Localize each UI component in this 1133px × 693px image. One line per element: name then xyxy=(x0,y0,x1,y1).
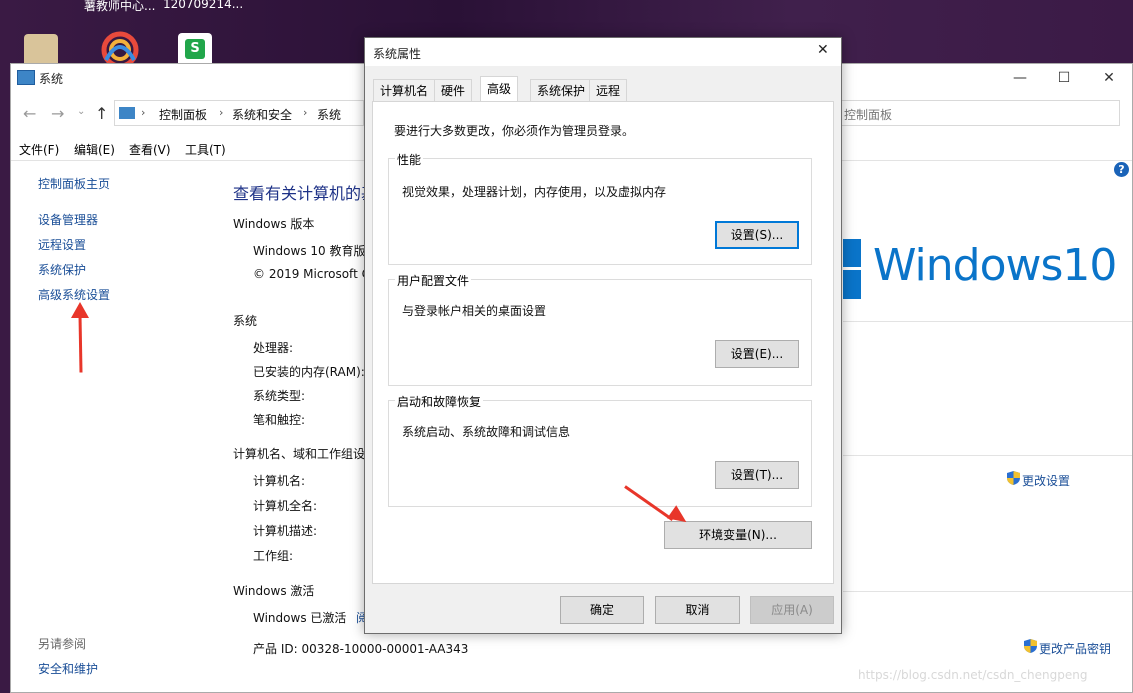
section-divider xyxy=(843,455,1132,456)
sidebar-item-remote[interactable]: 远程设置 xyxy=(38,236,86,253)
annotation-arrowhead xyxy=(71,302,89,318)
address-bar[interactable]: › 控制面板 › 系统和安全 › 系统 xyxy=(114,100,364,126)
spreadsheet-icon[interactable]: S xyxy=(178,33,212,67)
system-section: 系统 xyxy=(233,312,257,329)
breadcrumb-system-security[interactable]: 系统和安全 xyxy=(232,106,292,123)
ram-label: 已安装的内存(RAM): xyxy=(253,363,365,380)
user-profiles-group: 与登录帐户相关的桌面设置 设置(E)... xyxy=(388,279,812,386)
maximize-button[interactable]: ☐ xyxy=(1041,64,1087,92)
minimize-button[interactable]: — xyxy=(997,64,1043,92)
tab-remote[interactable]: 远程 xyxy=(589,79,627,101)
startup-settings-button[interactable]: 设置(T)... xyxy=(715,461,799,489)
sidebar-home[interactable]: 控制面板主页 xyxy=(38,175,110,192)
watermark: https://blog.csdn.net/csdn_chengpeng xyxy=(858,668,1087,682)
shield-icon xyxy=(1024,639,1037,653)
sidebar-item-security-maintenance[interactable]: 安全和维护 xyxy=(38,660,98,677)
breadcrumb-control-panel[interactable]: 控制面板 xyxy=(159,106,207,123)
startup-label: 启动和故障恢复 xyxy=(395,393,483,410)
system-type-label: 系统类型: xyxy=(253,387,305,404)
environment-variables-button[interactable]: 环境变量(N)... xyxy=(664,521,812,549)
forward-arrow-icon[interactable]: → xyxy=(51,104,64,123)
sidebar-item-advanced[interactable]: 高级系统设置 xyxy=(38,286,110,303)
dialog-titlebar xyxy=(365,38,841,66)
advanced-tab-panel: 要进行大多数更改，你必须作为管理员登录。 视觉效果，处理器计划，内存使用，以及虚… xyxy=(372,101,834,584)
product-id: 产品 ID: 00328-10000-00001-AA343 xyxy=(253,640,468,657)
edition-copyright: © 2019 Microsoft C xyxy=(253,267,370,281)
computer-name-label: 计算机名: xyxy=(253,472,305,489)
change-settings-link[interactable]: 更改设置 xyxy=(1022,472,1070,489)
shield-icon xyxy=(1007,471,1020,485)
menu-file[interactable]: 文件(F) xyxy=(19,141,59,158)
startup-desc: 系统启动、系统故障和调试信息 xyxy=(402,423,570,440)
performance-group: 视觉效果，处理器计划，内存使用，以及虚拟内存 设置(S)... xyxy=(388,158,812,265)
performance-settings-button[interactable]: 设置(S)... xyxy=(715,221,799,249)
desktop-label-2[interactable]: 120709214... xyxy=(163,0,243,11)
description-label: 计算机描述: xyxy=(253,522,317,539)
page-title: 查看有关计算机的基 xyxy=(233,180,377,204)
admin-note: 要进行大多数更改，你必须作为管理员登录。 xyxy=(394,122,634,139)
edition-section: Windows 版本 xyxy=(233,215,314,232)
menu-view[interactable]: 查看(V) xyxy=(129,141,171,158)
edition-name: Windows 10 教育版 xyxy=(253,242,365,259)
ok-button[interactable]: 确定 xyxy=(560,596,644,624)
change-product-key-link[interactable]: 更改产品密钥 xyxy=(1039,640,1111,657)
see-also-label: 另请参阅 xyxy=(38,635,86,652)
profiles-settings-button[interactable]: 设置(E)... xyxy=(715,340,799,368)
computer-icon xyxy=(119,107,135,119)
profiles-label: 用户配置文件 xyxy=(395,272,471,289)
tab-advanced[interactable]: 高级 xyxy=(480,76,518,101)
tab-computer-name[interactable]: 计算机名 xyxy=(373,79,435,101)
breadcrumb-system[interactable]: 系统 xyxy=(317,106,341,123)
system-properties-dialog: 系统属性 ✕ 计算机名 硬件 系统保护 远程 要进行大多数更改，你必须作为管理员… xyxy=(364,37,842,634)
cancel-button[interactable]: 取消 xyxy=(655,596,740,624)
app-logo-icon[interactable] xyxy=(98,30,142,66)
section-divider xyxy=(843,321,1132,322)
window-title: 系统 xyxy=(39,70,63,87)
computer-section: 计算机名、域和工作组设 xyxy=(233,445,365,462)
profiles-desc: 与登录帐户相关的桌面设置 xyxy=(402,302,546,319)
activation-section: Windows 激活 xyxy=(233,582,314,599)
search-input[interactable]: 控制面板 xyxy=(837,100,1120,126)
apply-button[interactable]: 应用(A) xyxy=(750,596,834,624)
help-icon[interactable]: ? xyxy=(1114,162,1129,177)
back-arrow-icon[interactable]: ← xyxy=(23,104,36,123)
pen-touch-label: 笔和触控: xyxy=(253,411,305,428)
full-name-label: 计算机全名: xyxy=(253,497,317,514)
desktop-label-1[interactable]: 薯教师中心... xyxy=(84,0,155,14)
tab-protection[interactable]: 系统保护 xyxy=(530,79,592,101)
close-button[interactable]: ✕ xyxy=(1086,64,1132,92)
windows-logo-icon xyxy=(843,239,861,299)
up-arrow-icon[interactable]: ↑ xyxy=(95,104,108,123)
startup-recovery-group: 系统启动、系统故障和调试信息 设置(T)... xyxy=(388,400,812,507)
workgroup-label: 工作组: xyxy=(253,547,293,564)
windows-logo-text: Windows10 xyxy=(873,240,1116,291)
section-divider xyxy=(843,591,1132,592)
sidebar-item-protection[interactable]: 系统保护 xyxy=(38,261,86,278)
performance-label: 性能 xyxy=(395,151,423,168)
dialog-title: 系统属性 xyxy=(373,45,421,62)
menu-edit[interactable]: 编辑(E) xyxy=(74,141,115,158)
tab-hardware[interactable]: 硬件 xyxy=(434,79,472,101)
sidebar-item-device-manager[interactable]: 设备管理器 xyxy=(38,211,98,228)
activation-status: Windows 已激活 xyxy=(253,609,346,626)
dialog-close-button[interactable]: ✕ xyxy=(817,42,829,58)
chevron-down-icon[interactable]: ⌄ xyxy=(77,106,85,117)
search-placeholder: 控制面板 xyxy=(844,106,892,123)
performance-desc: 视觉效果，处理器计划，内存使用，以及虚拟内存 xyxy=(402,183,666,200)
processor-label: 处理器: xyxy=(253,339,293,356)
computer-icon xyxy=(17,70,35,85)
menu-tools[interactable]: 工具(T) xyxy=(185,141,226,158)
